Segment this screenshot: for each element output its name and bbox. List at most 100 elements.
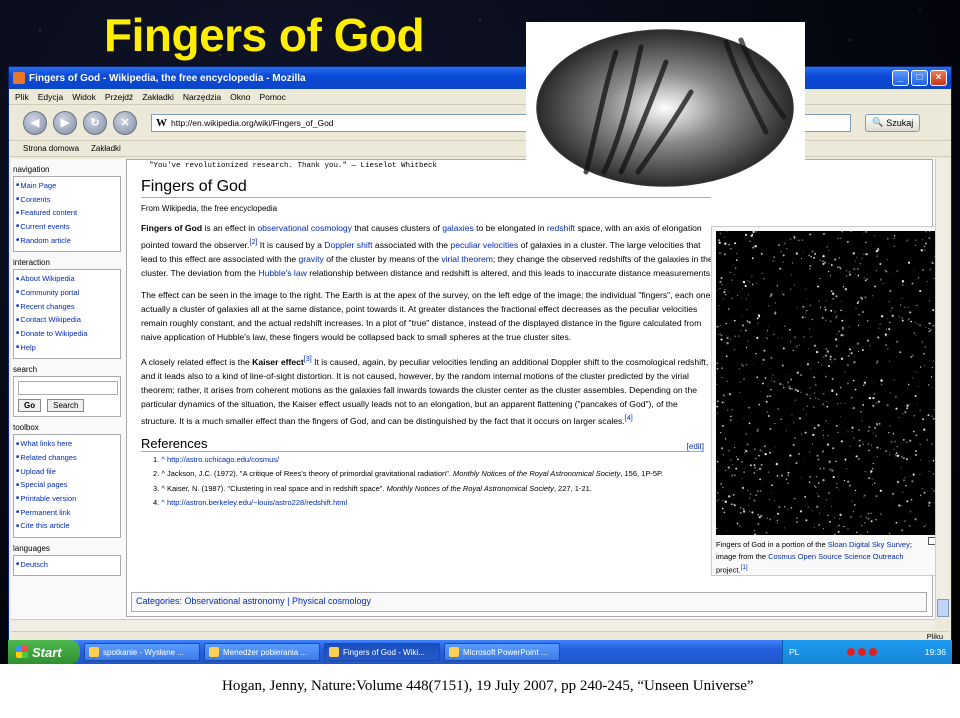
sidebar-item-donate[interactable]: Donate to Wikipedia [16, 327, 120, 341]
link-galaxies[interactable]: galaxies [442, 223, 474, 233]
sidebar-item-about[interactable]: About Wikipedia [16, 272, 120, 286]
task-powerpoint[interactable]: Microsoft PowerPoint ... [444, 643, 560, 661]
sidebar-item-recent-changes[interactable]: Recent changes [16, 300, 120, 314]
reference-link[interactable]: ^ http://astron.berkeley.edu/~louis/astr… [161, 498, 347, 507]
ref-tail: , 156, 1P-5P. [620, 469, 664, 479]
menu-file[interactable]: Plik [15, 92, 29, 102]
forward-icon[interactable]: ▶ [53, 110, 77, 135]
menu-help[interactable]: Pomoc [259, 92, 285, 102]
text: to be elongated in [473, 223, 547, 233]
horizontal-scrollbar[interactable] [11, 619, 935, 631]
menu-go[interactable]: Przejdź [105, 92, 133, 102]
reload-icon[interactable]: ↻ [83, 110, 107, 135]
sidebar-item-what-links[interactable]: What links here [16, 437, 120, 451]
minimize-button[interactable]: _ [892, 70, 909, 86]
text: Fingers of God in a portion of the [716, 540, 828, 549]
categories-label[interactable]: Categories: [136, 596, 182, 606]
wiki-search-button[interactable]: Search [47, 399, 85, 413]
language-indicator[interactable]: PL [789, 647, 799, 657]
magnifier-icon: 🔍 [872, 117, 884, 127]
sidebar-item-deutsch[interactable]: Deutsch [16, 558, 120, 572]
text: A closely related effect is the [141, 356, 253, 367]
page-content: navigation Main Page Contents Featured c… [11, 159, 935, 619]
sidebar-item-contact[interactable]: Contact Wikipedia [16, 313, 120, 327]
citation-1[interactable]: [1] [741, 564, 748, 571]
languages-portlet: Deutsch [13, 554, 121, 577]
bookmark-home[interactable]: Strona domowa [23, 144, 79, 153]
enlarge-icon[interactable] [928, 537, 935, 545]
clock[interactable]: 19:36 [925, 647, 946, 657]
link-gravity[interactable]: gravity [299, 254, 324, 264]
task-outlook[interactable]: spotkanie - Wysłane ... [84, 643, 200, 661]
sidebar-item-main-page[interactable]: Main Page [16, 179, 120, 193]
link-cosmus[interactable]: Cosmus Open Source Science Outreach [768, 552, 903, 561]
galaxy-survey-image[interactable] [716, 231, 935, 535]
ref-number: 2. [153, 469, 160, 479]
sidebar-item-cite[interactable]: Cite this article [16, 519, 120, 533]
menu-window[interactable]: Okno [230, 92, 250, 102]
references-heading: References [edit] [141, 436, 704, 452]
system-tray: PL 19:36 [782, 640, 952, 664]
start-button[interactable]: Start [8, 640, 80, 664]
link-observational-cosmology[interactable]: observational cosmology [257, 223, 352, 233]
sidebar-item-upload[interactable]: Upload file [16, 465, 120, 479]
ref-text: ^ Kaiser, N. (1987). "Clustering in real… [161, 483, 387, 493]
search-button[interactable]: 🔍 Szukaj [865, 113, 921, 132]
start-label: Start [32, 644, 62, 660]
category-observational-astronomy[interactable]: Observational astronomy [185, 596, 285, 606]
link-hubbles-law[interactable]: Hubble's law [258, 268, 306, 278]
tray-icon[interactable] [858, 648, 867, 656]
link-sdss[interactable]: Sloan Digital Sky Survey [828, 540, 910, 549]
sidebar-item-printable[interactable]: Printable version [16, 492, 120, 506]
sidebar-item-random[interactable]: Random article [16, 234, 120, 248]
edit-link[interactable]: [edit] [687, 442, 704, 451]
ref-text: ^ Jackson, J.C. (1972). "A critique of R… [161, 469, 454, 479]
task-browser[interactable]: Fingers of God - Wiki... [324, 643, 440, 661]
mozilla-icon [13, 72, 25, 84]
slide-title: Fingers of God [104, 9, 425, 61]
link-virial-theorem[interactable]: virial theorem [441, 254, 493, 264]
stop-icon[interactable]: ✕ [113, 110, 137, 135]
back-icon[interactable]: ◀ [23, 110, 47, 135]
menu-tools[interactable]: Narzędzia [183, 92, 221, 102]
sidebar-item-special[interactable]: Special pages [16, 478, 120, 492]
sidebar-item-help[interactable]: Help [16, 341, 120, 355]
reference-link[interactable]: ^ http://astro.uchicago.edu/cosmus/ [161, 455, 279, 464]
galaxy-dots [716, 231, 935, 535]
menu-bookmarks[interactable]: Zakładki [142, 92, 174, 102]
from-wikipedia: From Wikipedia, the free encyclopedia [141, 204, 278, 213]
task-download-manager[interactable]: Menedżer pobierania ... [204, 643, 320, 661]
sidebar-item-related-changes[interactable]: Related changes [16, 451, 120, 465]
maximize-button[interactable]: □ [911, 70, 928, 86]
bookmark-bookmarks[interactable]: Zakładki [91, 144, 121, 153]
text: project. [716, 565, 741, 575]
vertical-scrollbar[interactable] [935, 159, 949, 619]
citation-4[interactable]: [4] [625, 414, 633, 422]
menu-view[interactable]: Widok [72, 92, 96, 102]
wiki-search-input[interactable] [18, 381, 118, 396]
scroll-thumb[interactable] [937, 599, 949, 617]
link-peculiar-velocities[interactable]: peculiar velocities [450, 240, 518, 250]
ref-tail: , 227, 1-21. [553, 483, 592, 493]
sidebar-item-community[interactable]: Community portal [16, 286, 120, 300]
go-button[interactable]: Go [18, 399, 42, 413]
close-button[interactable]: × [930, 70, 947, 86]
paragraph-kaiser: A closely related effect is the Kaiser e… [141, 352, 713, 428]
task-label: Microsoft PowerPoint ... [463, 647, 548, 657]
browser-window: Fingers of God - Wikipedia, the free enc… [8, 66, 952, 664]
fingers-of-god-illustration [526, 22, 805, 190]
sidebar-item-current-events[interactable]: Current events [16, 220, 120, 234]
link-doppler-shift[interactable]: Doppler shift [324, 240, 372, 250]
category-physical-cosmology[interactable]: Physical cosmology [292, 596, 371, 606]
wikipedia-favicon-icon: W [156, 116, 167, 129]
link-redshift[interactable]: redshift [547, 223, 575, 233]
menu-edit[interactable]: Edycja [38, 92, 64, 102]
tray-icon[interactable] [847, 648, 856, 656]
tray-icon[interactable] [869, 648, 878, 656]
download-icon [209, 647, 219, 657]
sidebar-item-featured[interactable]: Featured content [16, 206, 120, 220]
window-titlebar[interactable]: Fingers of God - Wikipedia, the free enc… [9, 67, 951, 89]
sidebar-item-permanent[interactable]: Permanent link [16, 506, 120, 520]
citation-3[interactable]: [3] [304, 355, 312, 363]
sidebar-item-contents[interactable]: Contents [16, 193, 120, 207]
